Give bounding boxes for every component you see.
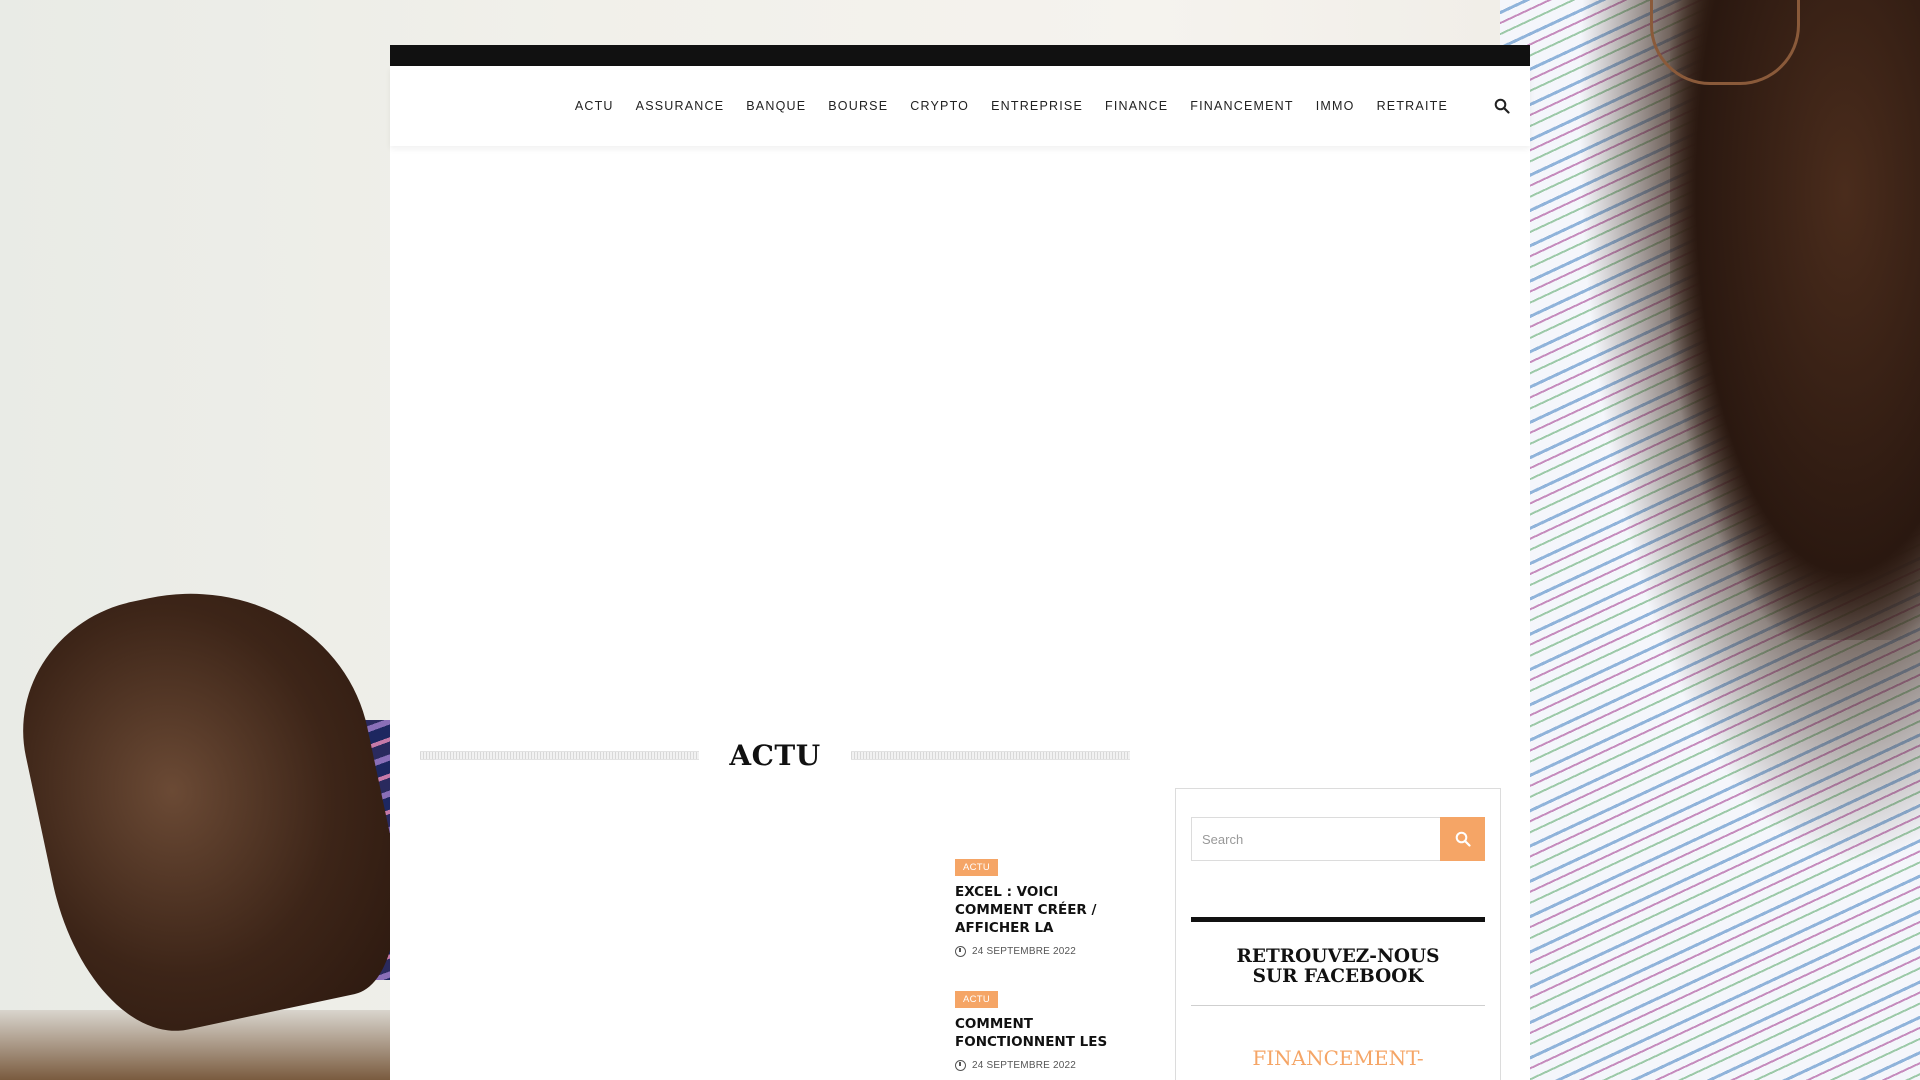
site-header: ACTU ASSURANCE BANQUE BOURSE CRYPTO ENTR… [390, 66, 1530, 146]
main-nav: ACTU ASSURANCE BANQUE BOURSE CRYPTO ENTR… [553, 99, 1448, 113]
search-button[interactable] [1440, 817, 1485, 861]
search-input[interactable] [1191, 817, 1440, 861]
nav-item-crypto[interactable]: CRYPTO [910, 99, 969, 113]
top-bar [390, 45, 1530, 66]
widget-title: RETROUVEZ-NOUS SUR FACEBOOK [1236, 946, 1440, 987]
background-person-head [1670, 0, 1920, 640]
sidebar-widget: RETROUVEZ-NOUS SUR FACEBOOK FINANCEMENT- [1175, 788, 1501, 1080]
nav-item-banque[interactable]: BANQUE [746, 99, 806, 113]
widget-separator [1191, 1005, 1485, 1006]
search-icon [1455, 831, 1471, 847]
nav-item-retraite[interactable]: RETRAITE [1377, 99, 1448, 113]
facebook-page-link[interactable]: FINANCEMENT- [1191, 1046, 1485, 1070]
ad-space [390, 146, 1530, 766]
nav-item-assurance[interactable]: ASSURANCE [636, 99, 725, 113]
sidebar-search [1191, 817, 1485, 861]
nav-item-bourse[interactable]: BOURSE [828, 99, 888, 113]
search-icon[interactable] [1494, 98, 1510, 114]
nav-item-finance[interactable]: FINANCE [1105, 99, 1168, 113]
nav-item-actu[interactable]: ACTU [575, 99, 614, 113]
nav-item-entreprise[interactable]: ENTREPRISE [991, 99, 1083, 113]
nav-item-immo[interactable]: IMMO [1316, 99, 1355, 113]
nav-item-financement[interactable]: FINANCEMENT [1190, 99, 1293, 113]
